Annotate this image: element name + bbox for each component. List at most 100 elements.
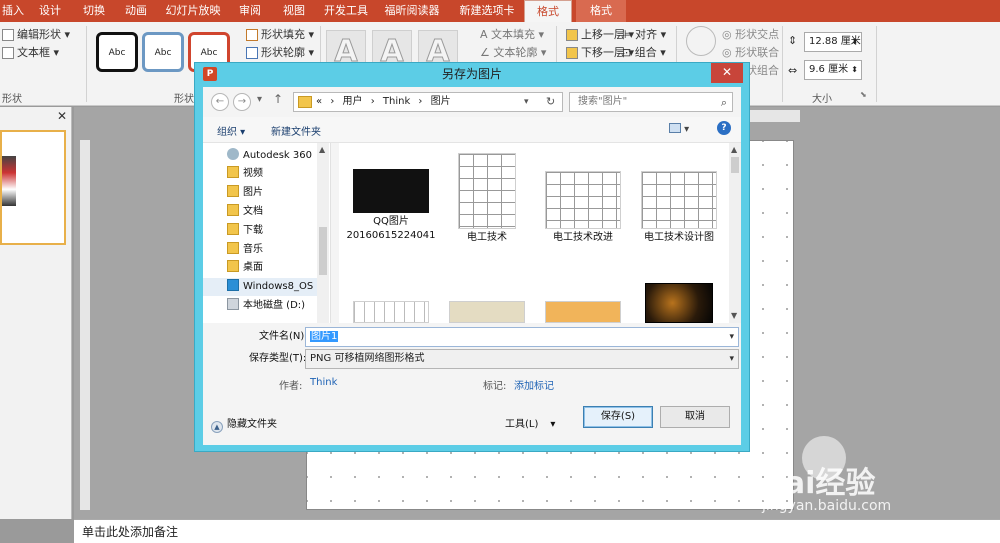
cancel-button[interactable]: 取消 xyxy=(660,406,730,428)
scroll-down-icon[interactable]: ▼ xyxy=(731,311,737,320)
union-button[interactable]: ◎ 形状联合 xyxy=(722,44,779,60)
tab-insert[interactable]: 插入 xyxy=(0,0,26,22)
view-options-button[interactable]: ▾ xyxy=(669,123,689,135)
shape-outline-button[interactable]: 形状轮廓 ▾ xyxy=(246,44,314,60)
spin-arrows-icon[interactable]: ⬍ xyxy=(851,61,858,79)
tab-animations[interactable]: 动画 xyxy=(120,0,152,22)
height-input[interactable]: 12.88 厘米 ⬍ xyxy=(804,32,862,52)
filetype-select[interactable]: PNG 可移植网络图形格式 ▾ xyxy=(305,349,739,369)
nav-item-local-disk-d[interactable]: 本地磁盘 (D:) xyxy=(227,297,305,315)
nav-item-windows-drive[interactable]: Windows8_OS ( xyxy=(203,278,320,296)
recent-locations-icon[interactable]: ▾ xyxy=(257,94,262,105)
dialog-body: ← → ▾ ↑ « › 用户 › Think › 图片 ▾ ↻ 搜索"图片" ⌕ xyxy=(203,87,741,445)
slide-thumbnail[interactable] xyxy=(0,130,66,245)
tab-slideshow[interactable]: 幻灯片放映 xyxy=(164,0,222,22)
tab-design[interactable]: 设计 xyxy=(34,0,66,22)
hide-folders-button[interactable]: ▲ 隐藏文件夹 xyxy=(211,415,277,433)
author-value[interactable]: Think xyxy=(310,377,337,388)
intersect-icon: ◎ xyxy=(722,28,732,41)
thumbnail-image xyxy=(2,156,16,206)
shape-fill-button[interactable]: 形状填充 ▾ xyxy=(246,26,314,42)
group-button[interactable]: ⊡ 组合 ▾ xyxy=(622,44,666,60)
filetype-label: 保存类型(T): xyxy=(249,353,307,364)
dialog-close-button[interactable]: ✕ xyxy=(711,63,743,83)
text-outline-button[interactable]: ∠ 文本轮廓 ▾ xyxy=(480,44,546,60)
new-folder-button[interactable]: 新建文件夹 xyxy=(271,123,321,138)
breadcrumb-overflow[interactable]: « xyxy=(316,96,322,107)
text-fill-button[interactable]: A 文本填充 ▾ xyxy=(480,26,544,42)
tab-new[interactable]: 新建选项卡 xyxy=(456,0,518,22)
group-label-insert-shapes: 形状 xyxy=(2,94,22,105)
file-item[interactable]: 电工技术 xyxy=(439,153,535,245)
scroll-up-icon[interactable]: ▲ xyxy=(319,145,325,154)
address-bar[interactable]: « › 用户 › Think › 图片 ▾ ↻ xyxy=(293,92,563,112)
size-dialog-launcher-icon[interactable]: ⬊ xyxy=(860,90,867,99)
file-list-scrollbar[interactable]: ▲ ▼ xyxy=(729,143,741,323)
nav-item-videos[interactable]: 视频 xyxy=(227,165,263,183)
tags-value[interactable]: 添加标记 xyxy=(514,377,554,392)
breadcrumb-think[interactable]: Think xyxy=(383,96,410,107)
search-icon[interactable]: ⌕ xyxy=(721,94,727,112)
spin-arrows-icon[interactable]: ⬍ xyxy=(851,33,858,51)
chevron-down-icon[interactable]: ▾ xyxy=(729,328,734,346)
up-arrow-icon[interactable]: ↑ xyxy=(273,92,283,106)
nav-item-pictures[interactable]: 图片 xyxy=(227,184,263,202)
breadcrumb-users[interactable]: 用户 xyxy=(343,96,363,107)
disk-icon xyxy=(227,298,239,310)
tab-review[interactable]: 审阅 xyxy=(234,0,266,22)
nav-item-downloads[interactable]: 下载 xyxy=(227,222,263,240)
file-item-partial[interactable] xyxy=(631,283,727,323)
chevron-down-icon[interactable]: ▾ xyxy=(729,350,734,368)
close-icon[interactable]: ✕ xyxy=(57,109,67,123)
dialog-toolbar: 组织 ▾ 新建文件夹 ▾ ? xyxy=(203,117,741,143)
file-item[interactable]: QQ图片20160615224041 xyxy=(343,153,439,243)
baidu-watermark: Bai经验 jingyan.baidu.com xyxy=(762,436,962,516)
tab-format-active[interactable]: 格式 xyxy=(524,0,572,22)
tab-format-picture[interactable]: 格式 xyxy=(576,0,626,22)
nav-item-documents[interactable]: 文档 xyxy=(227,203,263,221)
shape-style-black[interactable]: Abc xyxy=(96,32,138,72)
tab-transitions[interactable]: 切换 xyxy=(78,0,110,22)
union-icon: ◎ xyxy=(722,46,732,59)
back-button[interactable]: ← xyxy=(211,93,229,111)
tab-foxit[interactable]: 福昕阅读器 xyxy=(382,0,442,22)
tab-view[interactable]: 视图 xyxy=(278,0,310,22)
file-item[interactable]: 电工技术设计图 xyxy=(631,153,727,245)
file-item-partial[interactable] xyxy=(439,301,535,323)
nav-item-desktop[interactable]: 桌面 xyxy=(227,259,263,277)
scroll-up-icon[interactable]: ▲ xyxy=(731,145,737,154)
intersect-button[interactable]: ◎ 形状交点 xyxy=(722,26,779,42)
search-input[interactable]: 搜索"图片" ⌕ xyxy=(569,92,733,112)
width-input[interactable]: 9.6 厘米 ⬍ xyxy=(804,60,862,80)
filetype-row: 保存类型(T): PNG 可移植网络图形格式 ▾ xyxy=(203,349,741,371)
combine-button[interactable]: 状组合 xyxy=(746,62,779,78)
forward-button[interactable]: → xyxy=(233,93,251,111)
file-thumbnail xyxy=(449,301,525,323)
notes-placeholder[interactable]: 单击此处添加备注 xyxy=(74,519,1000,543)
nav-pane-scrollbar[interactable]: ▲ xyxy=(317,143,329,323)
file-item[interactable]: 电工技术改进 xyxy=(535,153,631,245)
breadcrumb-pictures[interactable]: 图片 xyxy=(431,96,451,107)
tools-button[interactable]: 工具(L) ▾ xyxy=(505,415,555,430)
edit-shape-button[interactable]: 编辑形状 ▾ xyxy=(2,26,70,42)
tab-developer[interactable]: 开发工具 xyxy=(320,0,372,22)
organize-button[interactable]: 组织 ▾ xyxy=(217,123,245,138)
chevron-down-icon: ▾ xyxy=(550,419,556,430)
refresh-icon[interactable]: ↻ xyxy=(546,93,555,111)
scroll-thumb[interactable] xyxy=(731,157,739,173)
file-thumbnail xyxy=(545,301,621,323)
nav-item-autodesk-360[interactable]: Autodesk 360 xyxy=(227,147,312,165)
file-item-partial[interactable] xyxy=(343,301,439,323)
filename-input[interactable]: 图片1 ▾ xyxy=(305,327,739,347)
text-box-button[interactable]: 文本框 ▾ xyxy=(2,44,59,60)
nav-item-music[interactable]: 音乐 xyxy=(227,241,263,259)
save-button[interactable]: 保存(S) xyxy=(583,406,653,428)
shape-style-blue[interactable]: Abc xyxy=(142,32,184,72)
help-icon[interactable]: ? xyxy=(717,121,731,135)
file-item-partial[interactable] xyxy=(535,301,631,323)
align-button[interactable]: ⊫ 对齐 ▾ xyxy=(622,26,666,42)
address-dropdown-icon[interactable]: ▾ xyxy=(524,93,529,111)
text-fill-icon: A xyxy=(480,28,488,41)
send-backward-icon xyxy=(566,47,578,59)
scroll-thumb[interactable] xyxy=(319,227,327,275)
